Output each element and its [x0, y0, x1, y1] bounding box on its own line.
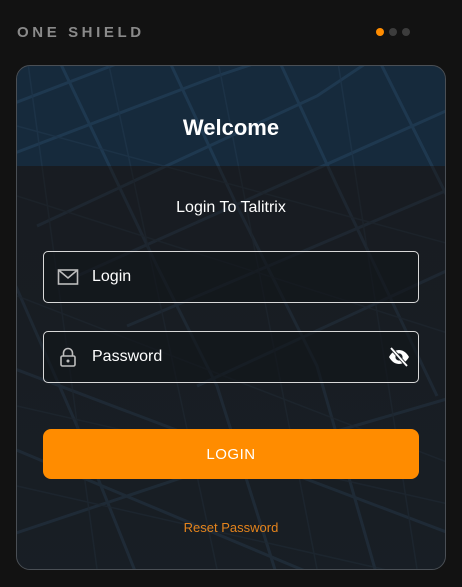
- eye-off-icon[interactable]: [387, 346, 411, 368]
- page-dot-3[interactable]: [402, 28, 410, 36]
- lock-icon: [60, 347, 76, 367]
- reset-password-link[interactable]: Reset Password: [17, 520, 445, 535]
- password-input[interactable]: [92, 332, 382, 382]
- login-button[interactable]: LOGIN: [43, 429, 419, 479]
- welcome-title: Welcome: [182, 115, 280, 140]
- page-dot-1[interactable]: [376, 28, 384, 36]
- login-field[interactable]: [43, 251, 419, 303]
- login-input[interactable]: [92, 252, 382, 302]
- mail-icon: [57, 269, 79, 285]
- login-card: Welcome Login To Talitrix LOGIN: [16, 65, 446, 570]
- login-screen: ONE SHIELD Welcome Login To Talitrix Log…: [0, 0, 462, 587]
- page-indicator: [376, 28, 410, 36]
- password-field[interactable]: [43, 331, 419, 383]
- page-dot-2[interactable]: [389, 28, 397, 36]
- login-subtitle: Login To Talitrix: [176, 199, 286, 216]
- brand-title: ONE SHIELD: [17, 24, 145, 41]
